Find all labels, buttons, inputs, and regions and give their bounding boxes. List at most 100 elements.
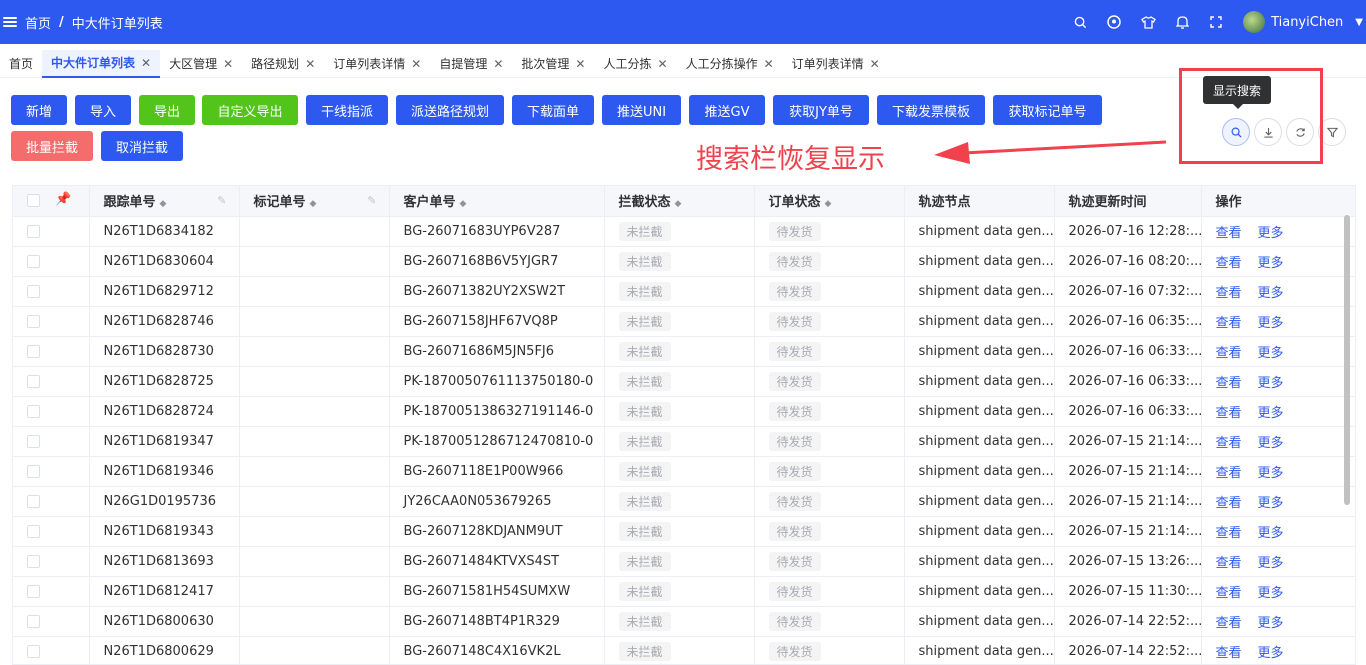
row-checkbox[interactable] — [27, 314, 40, 328]
pin-icon[interactable]: ✎ — [367, 194, 376, 207]
search-icon[interactable] — [1063, 0, 1097, 44]
view-link[interactable]: 查看 — [1216, 496, 1242, 511]
sort-icon[interactable]: ◆ — [460, 199, 467, 209]
get-mark-button[interactable]: 获取标记单号 — [993, 95, 1102, 125]
more-link[interactable]: 更多 — [1258, 556, 1284, 571]
avatar[interactable] — [1243, 11, 1266, 33]
tab-item[interactable]: 订单列表详情 ✕ — [783, 50, 889, 78]
get-jy-button[interactable]: 获取JY单号 — [773, 95, 869, 125]
breadcrumb-home[interactable]: 首页 — [25, 13, 51, 32]
row-checkbox[interactable] — [27, 614, 40, 628]
export-button[interactable]: 导出 — [139, 95, 195, 125]
sort-icon[interactable]: ◆ — [825, 199, 832, 209]
close-icon[interactable]: ✕ — [223, 57, 233, 71]
row-checkbox[interactable] — [27, 374, 40, 388]
more-link[interactable]: 更多 — [1258, 586, 1284, 601]
column-mark[interactable]: 标记单号 ◆ ✎ — [239, 186, 390, 217]
pin-icon[interactable]: ✎ — [217, 194, 226, 207]
close-icon[interactable]: ✕ — [493, 57, 503, 71]
more-link[interactable]: 更多 — [1258, 526, 1284, 541]
sort-icon[interactable]: ◆ — [675, 199, 682, 209]
row-checkbox[interactable] — [27, 584, 40, 598]
more-link[interactable]: 更多 — [1258, 436, 1284, 451]
table-row[interactable]: N26T1D6828746 BG-2607158JHF67VQ8P 未拦截 待发货 sh… — [13, 306, 1355, 337]
close-icon[interactable]: ✕ — [411, 57, 421, 71]
close-icon[interactable]: ✕ — [305, 57, 315, 71]
table-row[interactable]: N26T1D6800629 BG-2607148C4X16VK2L 未拦截 待发货 sh… — [13, 636, 1355, 664]
close-icon[interactable]: ✕ — [141, 56, 151, 70]
row-checkbox[interactable] — [27, 644, 40, 658]
table-row[interactable]: N26T1D6828724 PK-1870051386327191146-0 未拦截… — [13, 396, 1355, 427]
push-uni-button[interactable]: 推送UNI — [602, 95, 681, 125]
view-link[interactable]: 查看 — [1216, 286, 1242, 301]
batch-intercept-button[interactable]: 批量拦截 — [11, 131, 93, 161]
row-checkbox[interactable] — [27, 254, 40, 268]
more-link[interactable]: 更多 — [1258, 466, 1284, 481]
close-icon[interactable]: ✕ — [575, 57, 585, 71]
menu-toggle-icon[interactable] — [3, 15, 17, 29]
sort-icon[interactable]: ◆ — [160, 199, 167, 209]
row-checkbox[interactable] — [27, 284, 40, 298]
view-link[interactable]: 查看 — [1216, 556, 1242, 571]
table-row[interactable]: N26T1D6834182 BG-26071683UYP6V287 未拦截 待发货 sh… — [13, 216, 1355, 247]
table-row[interactable]: N26T1D6819346 BG-2607118E1P00W966 未拦截 待发货 sh… — [13, 456, 1355, 487]
column-order-status[interactable]: 订单状态 ◆ — [754, 186, 905, 217]
download-invoice-button[interactable]: 下载发票模板 — [877, 95, 985, 125]
delivery-route-button[interactable]: 派送路径规划 — [396, 95, 504, 125]
custom-export-button[interactable]: 自定义导出 — [202, 95, 298, 125]
view-link[interactable]: 查看 — [1216, 646, 1242, 661]
view-link[interactable]: 查看 — [1216, 406, 1242, 421]
add-button[interactable]: 新增 — [11, 95, 67, 125]
view-link[interactable]: 查看 — [1216, 256, 1242, 271]
close-icon[interactable]: ✕ — [764, 57, 774, 71]
row-checkbox[interactable] — [27, 554, 40, 568]
column-customer[interactable]: 客户单号 ◆ — [389, 186, 605, 217]
row-checkbox[interactable] — [27, 344, 40, 358]
view-link[interactable]: 查看 — [1216, 616, 1242, 631]
row-checkbox[interactable] — [27, 434, 40, 448]
tab-item[interactable]: 订单列表详情 ✕ — [324, 50, 430, 78]
sort-icon[interactable]: ◆ — [310, 199, 317, 209]
github-icon[interactable] — [1097, 0, 1131, 44]
view-link[interactable]: 查看 — [1216, 376, 1242, 391]
download-waybill-button[interactable]: 下载面单 — [512, 95, 594, 125]
view-link[interactable]: 查看 — [1216, 346, 1242, 361]
more-link[interactable]: 更多 — [1258, 616, 1284, 631]
table-row[interactable]: N26T1D6829712 BG-26071382UY2XSW2T 未拦截 待发货 sh… — [13, 276, 1355, 307]
tab-item[interactable]: 大区管理 ✕ — [160, 50, 242, 78]
column-tracking[interactable]: 跟踪单号 ◆ ✎ — [89, 186, 240, 217]
more-link[interactable]: 更多 — [1258, 286, 1284, 301]
table-row[interactable]: N26T1D6828730 BG-26071686M5JN5FJ6 未拦截 待发货 sh… — [13, 336, 1355, 367]
more-link[interactable]: 更多 — [1258, 376, 1284, 391]
table-row[interactable]: N26T1D6830604 BG-2607168B6V5YJGR7 未拦截 待发货 sh… — [13, 246, 1355, 277]
more-link[interactable]: 更多 — [1258, 346, 1284, 361]
more-link[interactable]: 更多 — [1258, 316, 1284, 331]
row-checkbox[interactable] — [27, 524, 40, 538]
username[interactable]: TianyiChen — [1271, 15, 1343, 30]
fullscreen-icon[interactable] — [1199, 0, 1233, 44]
close-icon[interactable]: ✕ — [870, 57, 880, 71]
more-link[interactable]: 更多 — [1258, 496, 1284, 511]
bell-icon[interactable] — [1165, 0, 1199, 44]
trunk-dispatch-button[interactable]: 干线指派 — [306, 95, 388, 125]
table-scrollbar[interactable] — [1344, 215, 1350, 505]
close-icon[interactable]: ✕ — [658, 57, 668, 71]
more-link[interactable]: 更多 — [1258, 226, 1284, 241]
tab-item[interactable]: 人工分拣 ✕ — [594, 50, 676, 78]
view-link[interactable]: 查看 — [1216, 526, 1242, 541]
view-link[interactable]: 查看 — [1216, 226, 1242, 241]
table-row[interactable]: N26T1D6828725 PK-1870050761113750180-0 未拦截… — [13, 366, 1355, 397]
column-intercept-status[interactable]: 拦截状态 ◆ — [604, 186, 755, 217]
table-row[interactable]: N26T1D6800630 BG-2607148BT4P1R329 未拦截 待发货 sh… — [13, 606, 1355, 637]
row-checkbox[interactable] — [27, 404, 40, 418]
chevron-down-icon[interactable]: ▼ — [1355, 17, 1363, 28]
table-row[interactable]: N26T1D6812417 BG-26071581H54SUMXW 未拦截 待发货 sh… — [13, 576, 1355, 607]
view-link[interactable]: 查看 — [1216, 436, 1242, 451]
row-checkbox[interactable] — [27, 464, 40, 478]
table-row[interactable]: N26T1D6813693 BG-26071484KTVXS4ST 未拦截 待发货 sh… — [13, 546, 1355, 577]
import-button[interactable]: 导入 — [75, 95, 131, 125]
cancel-intercept-button[interactable]: 取消拦截 — [101, 131, 183, 161]
view-link[interactable]: 查看 — [1216, 586, 1242, 601]
more-link[interactable]: 更多 — [1258, 646, 1284, 661]
tab-item[interactable]: 路径规划 ✕ — [242, 50, 324, 78]
